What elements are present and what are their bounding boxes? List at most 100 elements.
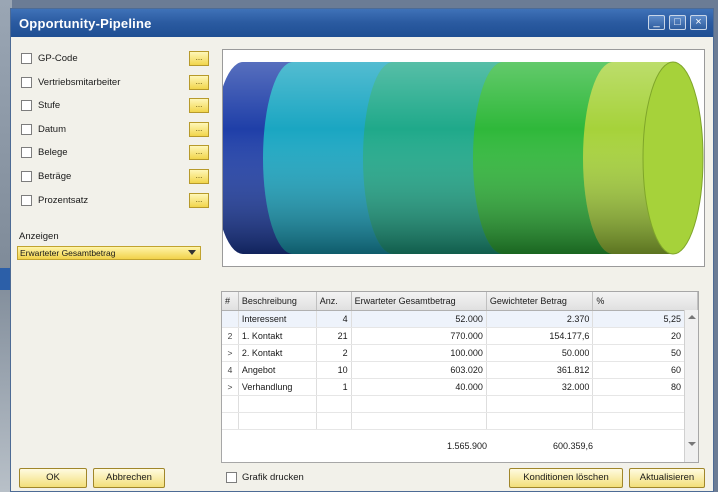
cell-erwartet: 52.000 bbox=[351, 310, 487, 328]
anzeigen-selected-value: Erwarteter Gesamtbetrag bbox=[20, 248, 116, 258]
cell-anzahl: 2 bbox=[316, 344, 352, 362]
pipeline-cylinder-chart bbox=[213, 61, 704, 255]
cell-gewichtet: 2.370 bbox=[486, 310, 594, 328]
cancel-button[interactable]: Abbrechen bbox=[93, 468, 165, 488]
row-number: 2 bbox=[222, 327, 239, 345]
table-row[interactable]: > 2. Kontakt 2 100.000 50.000 50 bbox=[222, 344, 698, 362]
total-gewichtet: 600.359,6 bbox=[552, 441, 593, 451]
col-header-prozent[interactable]: % bbox=[592, 292, 698, 311]
cell-anzahl: 10 bbox=[316, 361, 352, 379]
criteria-row-vertriebsmitarbeiter: Vertriebsmitarbeiter ... bbox=[21, 75, 209, 91]
cell-erwartet: 770.000 bbox=[351, 327, 487, 345]
criteria-row-prozentsatz: Prozentsatz ... bbox=[21, 193, 209, 209]
col-header-anzahl[interactable]: Anz. bbox=[316, 292, 352, 311]
stufe-checkbox[interactable] bbox=[21, 100, 32, 111]
cell-anzahl: 1 bbox=[316, 378, 352, 396]
cell-prozent: 5,25 bbox=[592, 310, 698, 328]
anzeigen-dropdown[interactable]: Erwarteter Gesamtbetrag bbox=[17, 246, 201, 260]
table-row-empty[interactable] bbox=[222, 412, 698, 430]
col-header-rownum[interactable]: # bbox=[222, 292, 239, 311]
gp-code-label: GP-Code bbox=[38, 53, 78, 64]
betraege-checkbox[interactable] bbox=[21, 171, 32, 182]
prozentsatz-checkbox[interactable] bbox=[21, 195, 32, 206]
maximize-button[interactable]: □ bbox=[669, 15, 686, 30]
cell-anzahl: 21 bbox=[316, 327, 352, 345]
cell-beschreibung: 2. Kontakt bbox=[238, 344, 317, 362]
belege-label: Belege bbox=[38, 147, 68, 158]
table-row[interactable]: 4 Angebot 10 603.020 361.812 60 bbox=[222, 361, 698, 379]
datum-checkbox[interactable] bbox=[21, 124, 32, 135]
criteria-row-gp-code: GP-Code ... bbox=[21, 51, 209, 67]
window-title: Opportunity-Pipeline bbox=[19, 16, 152, 31]
opportunity-pipeline-window: Opportunity-Pipeline _ □ × GP-Code ... V… bbox=[10, 8, 714, 492]
cell-prozent: 60 bbox=[592, 361, 698, 379]
belege-select-button[interactable]: ... bbox=[189, 145, 209, 160]
cell-gewichtet: 154.177,6 bbox=[486, 327, 594, 345]
grafik-drucken-checkbox[interactable] bbox=[226, 472, 237, 483]
col-header-beschreibung[interactable]: Beschreibung bbox=[238, 292, 317, 311]
cell-beschreibung: Interessent bbox=[238, 310, 317, 328]
cell-gewichtet: 361.812 bbox=[486, 361, 594, 379]
aktualisieren-button[interactable]: Aktualisieren bbox=[629, 468, 705, 488]
criteria-row-belege: Belege ... bbox=[21, 145, 209, 161]
total-erwartet: 1.565.900 bbox=[446, 441, 487, 451]
row-number: > bbox=[222, 344, 239, 362]
close-button[interactable]: × bbox=[690, 15, 707, 30]
cell-beschreibung: Verhandlung bbox=[238, 378, 317, 396]
criteria-row-datum: Datum ... bbox=[21, 122, 209, 138]
row-number bbox=[222, 310, 239, 328]
stufe-label: Stufe bbox=[38, 100, 61, 111]
prozentsatz-label: Prozentsatz bbox=[38, 195, 89, 206]
cell-gewichtet: 32.000 bbox=[486, 378, 594, 396]
table-header-row: # Beschreibung Anz. Erwarteter Gesamtbet… bbox=[222, 292, 698, 311]
cell-erwartet: 40.000 bbox=[351, 378, 487, 396]
table-row[interactable]: 2 1. Kontakt 21 770.000 154.177,6 20 bbox=[222, 327, 698, 345]
vertriebsmitarbeiter-checkbox[interactable] bbox=[21, 77, 32, 88]
cylinder-end-cap bbox=[642, 61, 704, 255]
row-number: > bbox=[222, 378, 239, 396]
table-row-empty[interactable] bbox=[222, 395, 698, 413]
betraege-select-button[interactable]: ... bbox=[189, 169, 209, 184]
criteria-row-stufe: Stufe ... bbox=[21, 98, 209, 114]
belege-checkbox[interactable] bbox=[21, 147, 32, 158]
datum-label: Datum bbox=[38, 124, 66, 135]
vertriebsmitarbeiter-label: Vertriebsmitarbeiter bbox=[38, 77, 121, 88]
gp-code-select-button[interactable]: ... bbox=[189, 51, 209, 66]
vertriebsmitarbeiter-select-button[interactable]: ... bbox=[189, 75, 209, 90]
cell-anzahl: 4 bbox=[316, 310, 352, 328]
cell-prozent: 20 bbox=[592, 327, 698, 345]
col-header-gewichteter-betrag[interactable]: Gewichteter Betrag bbox=[486, 292, 594, 311]
criteria-row-betraege: Beträge ... bbox=[21, 169, 209, 185]
pipeline-graph bbox=[213, 49, 705, 267]
chevron-down-icon bbox=[188, 250, 196, 255]
cell-erwartet: 603.020 bbox=[351, 361, 487, 379]
anzeigen-label: Anzeigen bbox=[19, 231, 59, 242]
table-row[interactable]: Interessent 4 52.000 2.370 5,25 bbox=[222, 310, 698, 328]
close-icon: × bbox=[695, 16, 702, 28]
col-header-erwarteter-gesamtbetrag[interactable]: Erwarteter Gesamtbetrag bbox=[351, 292, 487, 311]
table-row[interactable]: > Verhandlung 1 40.000 32.000 80 bbox=[222, 378, 698, 396]
cell-prozent: 50 bbox=[592, 344, 698, 362]
title-bar[interactable]: Opportunity-Pipeline _ □ × bbox=[11, 9, 713, 37]
gp-code-checkbox[interactable] bbox=[21, 53, 32, 64]
datum-select-button[interactable]: ... bbox=[189, 122, 209, 137]
table-scrollbar[interactable] bbox=[684, 310, 698, 462]
maximize-icon: □ bbox=[674, 16, 681, 28]
row-number: 4 bbox=[222, 361, 239, 379]
konditionen-loeschen-button[interactable]: Konditionen löschen bbox=[509, 468, 623, 488]
minimize-button[interactable]: _ bbox=[648, 15, 665, 30]
scroll-up-icon[interactable] bbox=[688, 315, 696, 319]
cell-gewichtet: 50.000 bbox=[486, 344, 594, 362]
cell-erwartet: 100.000 bbox=[351, 344, 487, 362]
cell-beschreibung: 1. Kontakt bbox=[238, 327, 317, 345]
scroll-down-icon[interactable] bbox=[688, 442, 696, 446]
ok-button[interactable]: OK bbox=[19, 468, 87, 488]
betraege-label: Beträge bbox=[38, 171, 72, 182]
minimize-icon: _ bbox=[653, 16, 660, 28]
cell-beschreibung: Angebot bbox=[238, 361, 317, 379]
grafik-drucken-label: Grafik drucken bbox=[242, 472, 304, 483]
cell-prozent: 80 bbox=[592, 378, 698, 396]
stufe-select-button[interactable]: ... bbox=[189, 98, 209, 113]
prozentsatz-select-button[interactable]: ... bbox=[189, 193, 209, 208]
pipeline-table: # Beschreibung Anz. Erwarteter Gesamtbet… bbox=[221, 291, 699, 463]
